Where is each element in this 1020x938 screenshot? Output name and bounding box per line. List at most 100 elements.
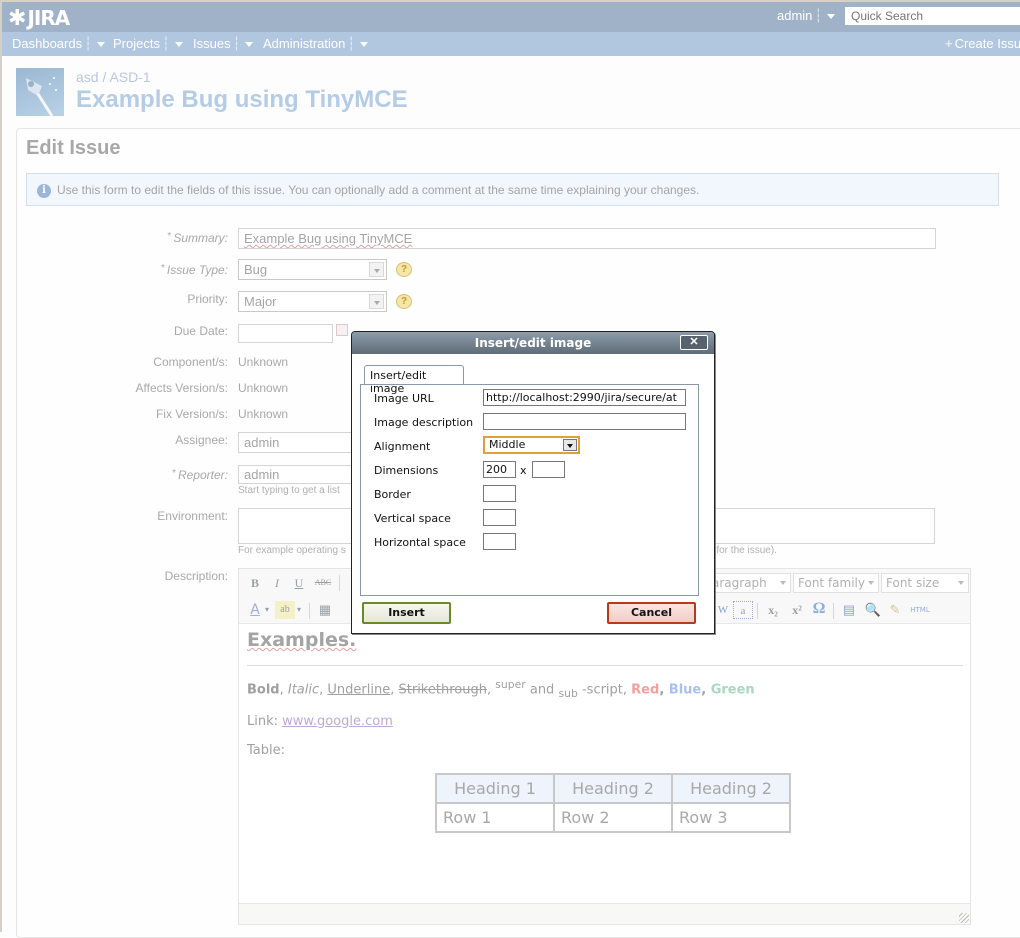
- chevron-down-icon[interactable]: [96, 42, 105, 48]
- chevron-down-icon[interactable]: [245, 42, 254, 48]
- table-cell: Row 1: [435, 802, 555, 833]
- due-date-input[interactable]: [238, 324, 333, 343]
- font-size-select[interactable]: Font size: [881, 573, 969, 593]
- user-menu[interactable]: admin ┆: [777, 8, 836, 24]
- separator: ,: [701, 682, 711, 698]
- table-row: Row 1 Row 2 Row 3: [435, 802, 791, 833]
- google-link[interactable]: www.google.com: [282, 714, 393, 729]
- horizontal-space-input[interactable]: [483, 533, 516, 550]
- width-input[interactable]: 200: [483, 461, 516, 478]
- cancel-button[interactable]: Cancel: [607, 602, 696, 624]
- strike-text: Strikethrough: [398, 682, 487, 698]
- underline-button[interactable]: U: [289, 574, 309, 592]
- alignment-label: Alignment: [374, 440, 431, 453]
- reporter-hint: Start typing to get a list: [238, 485, 340, 496]
- border-input[interactable]: [483, 485, 516, 502]
- html-source-button[interactable]: HTML: [907, 601, 933, 619]
- heading-text: Examples.: [247, 629, 357, 651]
- template-icon[interactable]: ▤: [839, 601, 859, 619]
- table-header-row: Heading 1 Heading 2 Heading 2: [435, 773, 791, 804]
- image-url-input[interactable]: http://localhost:2990/jira/secure/at: [483, 389, 686, 406]
- close-icon[interactable]: ✕: [680, 335, 708, 350]
- divider: ┆: [814, 8, 823, 23]
- image-description-input[interactable]: [483, 413, 686, 430]
- text-color-icon[interactable]: A: [245, 601, 265, 619]
- create-issue-button[interactable]: +Create Issue: [945, 36, 1020, 51]
- environment-hint: For example operating s: [238, 545, 346, 556]
- help-icon[interactable]: ?: [396, 262, 412, 277]
- and-text: and: [525, 682, 559, 698]
- assignee-input[interactable]: admin: [238, 432, 352, 453]
- chevron-down-icon[interactable]: ▾: [263, 601, 271, 619]
- issue-type-select[interactable]: Bug: [238, 259, 387, 280]
- environment-hint-tail: e for the issue).: [708, 545, 777, 556]
- horizontal-space-label: Horizontal space: [374, 536, 466, 549]
- height-input[interactable]: [532, 461, 565, 478]
- chevron-down-icon[interactable]: ▾: [295, 601, 303, 619]
- table-header: Heading 1: [435, 773, 555, 804]
- select-all-icon[interactable]: a: [733, 601, 753, 619]
- nav-dashboards[interactable]: Dashboards ┆: [12, 36, 105, 52]
- alignment-select[interactable]: Middle: [483, 436, 580, 454]
- chevron-down-icon: [868, 581, 874, 585]
- vertical-space-input[interactable]: [483, 509, 516, 526]
- nav-label: Issues: [193, 36, 231, 51]
- fix-versions-label: Fix Version/s:: [155, 407, 228, 421]
- red-text: Red: [631, 682, 660, 698]
- toolbar-divider: [339, 575, 340, 591]
- tab-insert-edit-image[interactable]: Insert/edit image: [364, 365, 464, 395]
- link-line: Link: www.google.com: [247, 714, 963, 729]
- editor-content[interactable]: Examples. Bold, Italic, Underline, Strik…: [247, 629, 963, 833]
- chevron-down-icon[interactable]: [174, 42, 183, 48]
- affects-versions-value: Unknown: [238, 381, 289, 395]
- chevron-down-icon[interactable]: [360, 42, 369, 48]
- bold-text: Bold: [247, 682, 280, 698]
- resize-handle[interactable]: [959, 913, 969, 923]
- link-label: Link:: [247, 713, 283, 729]
- script-text: -script,: [577, 682, 632, 698]
- divider: ┆: [84, 36, 92, 51]
- reporter-input[interactable]: admin: [238, 465, 352, 484]
- info-icon: i: [37, 184, 51, 198]
- superscript-button[interactable]: x²: [787, 601, 807, 619]
- calendar-icon[interactable]: [336, 324, 348, 336]
- table-header: Heading 2: [671, 773, 791, 804]
- insert-button[interactable]: Insert: [362, 602, 451, 624]
- priority-label: Priority:: [187, 292, 228, 306]
- font-family-select[interactable]: Font family: [793, 573, 879, 593]
- nav-administration[interactable]: Administration ┆: [263, 36, 369, 52]
- separator: ,: [486, 682, 496, 698]
- table-header: Heading 2: [553, 773, 673, 804]
- format-select[interactable]: aragraph: [707, 573, 791, 593]
- required-mark: *: [160, 263, 165, 274]
- italic-button[interactable]: I: [267, 574, 287, 592]
- table-edit-icon[interactable]: ▦: [315, 601, 335, 619]
- toolbar-divider: [833, 603, 834, 619]
- nav-projects[interactable]: Projects ┆: [113, 36, 183, 52]
- dialog-title: Insert/edit image: [474, 336, 592, 350]
- priority-select[interactable]: Major: [238, 291, 387, 312]
- special-char-button[interactable]: Ω: [809, 600, 829, 618]
- project-avatar: [16, 68, 64, 116]
- quick-search-input[interactable]: [845, 7, 1020, 25]
- jira-logo[interactable]: ✱ JIRA: [8, 6, 72, 31]
- breadcrumb[interactable]: asd / ASD-1: [76, 69, 151, 85]
- bold-button[interactable]: B: [245, 574, 265, 592]
- components-label: Component/s:: [153, 355, 228, 369]
- summary-input[interactable]: Example Bug using TinyMCE: [238, 228, 936, 249]
- issue-title[interactable]: Example Bug using TinyMCE: [76, 86, 408, 114]
- rocket-icon: [26, 77, 57, 116]
- jira-logo-icon: ✱: [8, 6, 26, 31]
- cleanup-icon[interactable]: ✎: [885, 601, 905, 619]
- select-value: Major: [244, 294, 277, 309]
- subscript-button[interactable]: x₂: [763, 601, 783, 619]
- dialog-titlebar[interactable]: Insert/edit image ✕: [352, 332, 714, 354]
- preview-icon[interactable]: 🔍: [863, 601, 883, 619]
- help-icon[interactable]: ?: [396, 294, 412, 309]
- strikethrough-button[interactable]: ABC: [313, 574, 333, 592]
- nav-issues[interactable]: Issues ┆: [193, 36, 254, 52]
- paste-word-icon[interactable]: W: [713, 601, 733, 619]
- chevron-down-icon: [958, 581, 964, 585]
- superscript-text: super: [495, 678, 526, 691]
- highlight-color-icon[interactable]: ab: [275, 601, 295, 619]
